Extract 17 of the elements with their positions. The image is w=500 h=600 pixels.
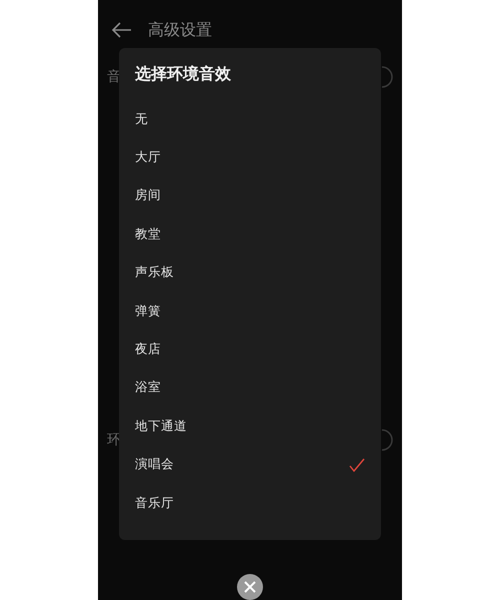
close-button[interactable] xyxy=(237,574,263,600)
option-item[interactable]: 夜店 xyxy=(135,330,365,369)
close-icon xyxy=(244,581,256,593)
option-item[interactable]: 教堂 xyxy=(135,215,365,254)
page-title: 高级设置 xyxy=(148,20,212,40)
dialog-title: 选择环境音效 xyxy=(135,63,232,85)
back-arrow-icon[interactable] xyxy=(112,22,132,38)
option-item[interactable]: 大厅 xyxy=(135,138,365,177)
setting-label: 音 xyxy=(107,68,121,86)
option-item[interactable]: 地下通道 xyxy=(135,407,365,446)
option-item[interactable]: 声乐板 xyxy=(135,254,365,292)
option-item[interactable]: 房间 xyxy=(135,176,365,216)
option-item[interactable]: 浴室 xyxy=(135,368,365,408)
option-item[interactable]: 音乐厅 xyxy=(135,484,365,522)
option-item[interactable]: 无 xyxy=(135,100,365,138)
option-item[interactable]: 弹簧 xyxy=(135,292,365,330)
option-item[interactable]: 演唱会 xyxy=(135,446,365,484)
